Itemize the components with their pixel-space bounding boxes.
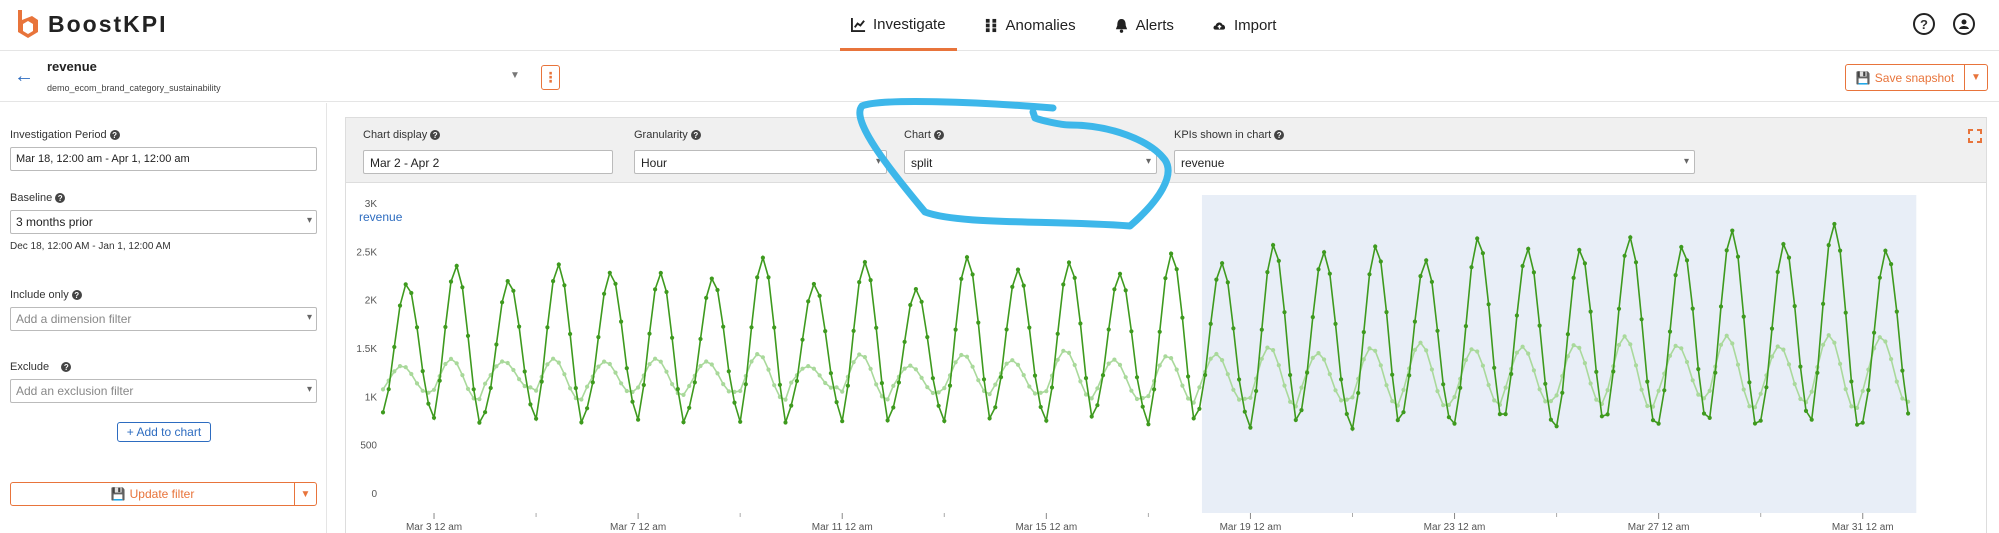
annotation-circle-drawing: [856, 98, 1172, 230]
